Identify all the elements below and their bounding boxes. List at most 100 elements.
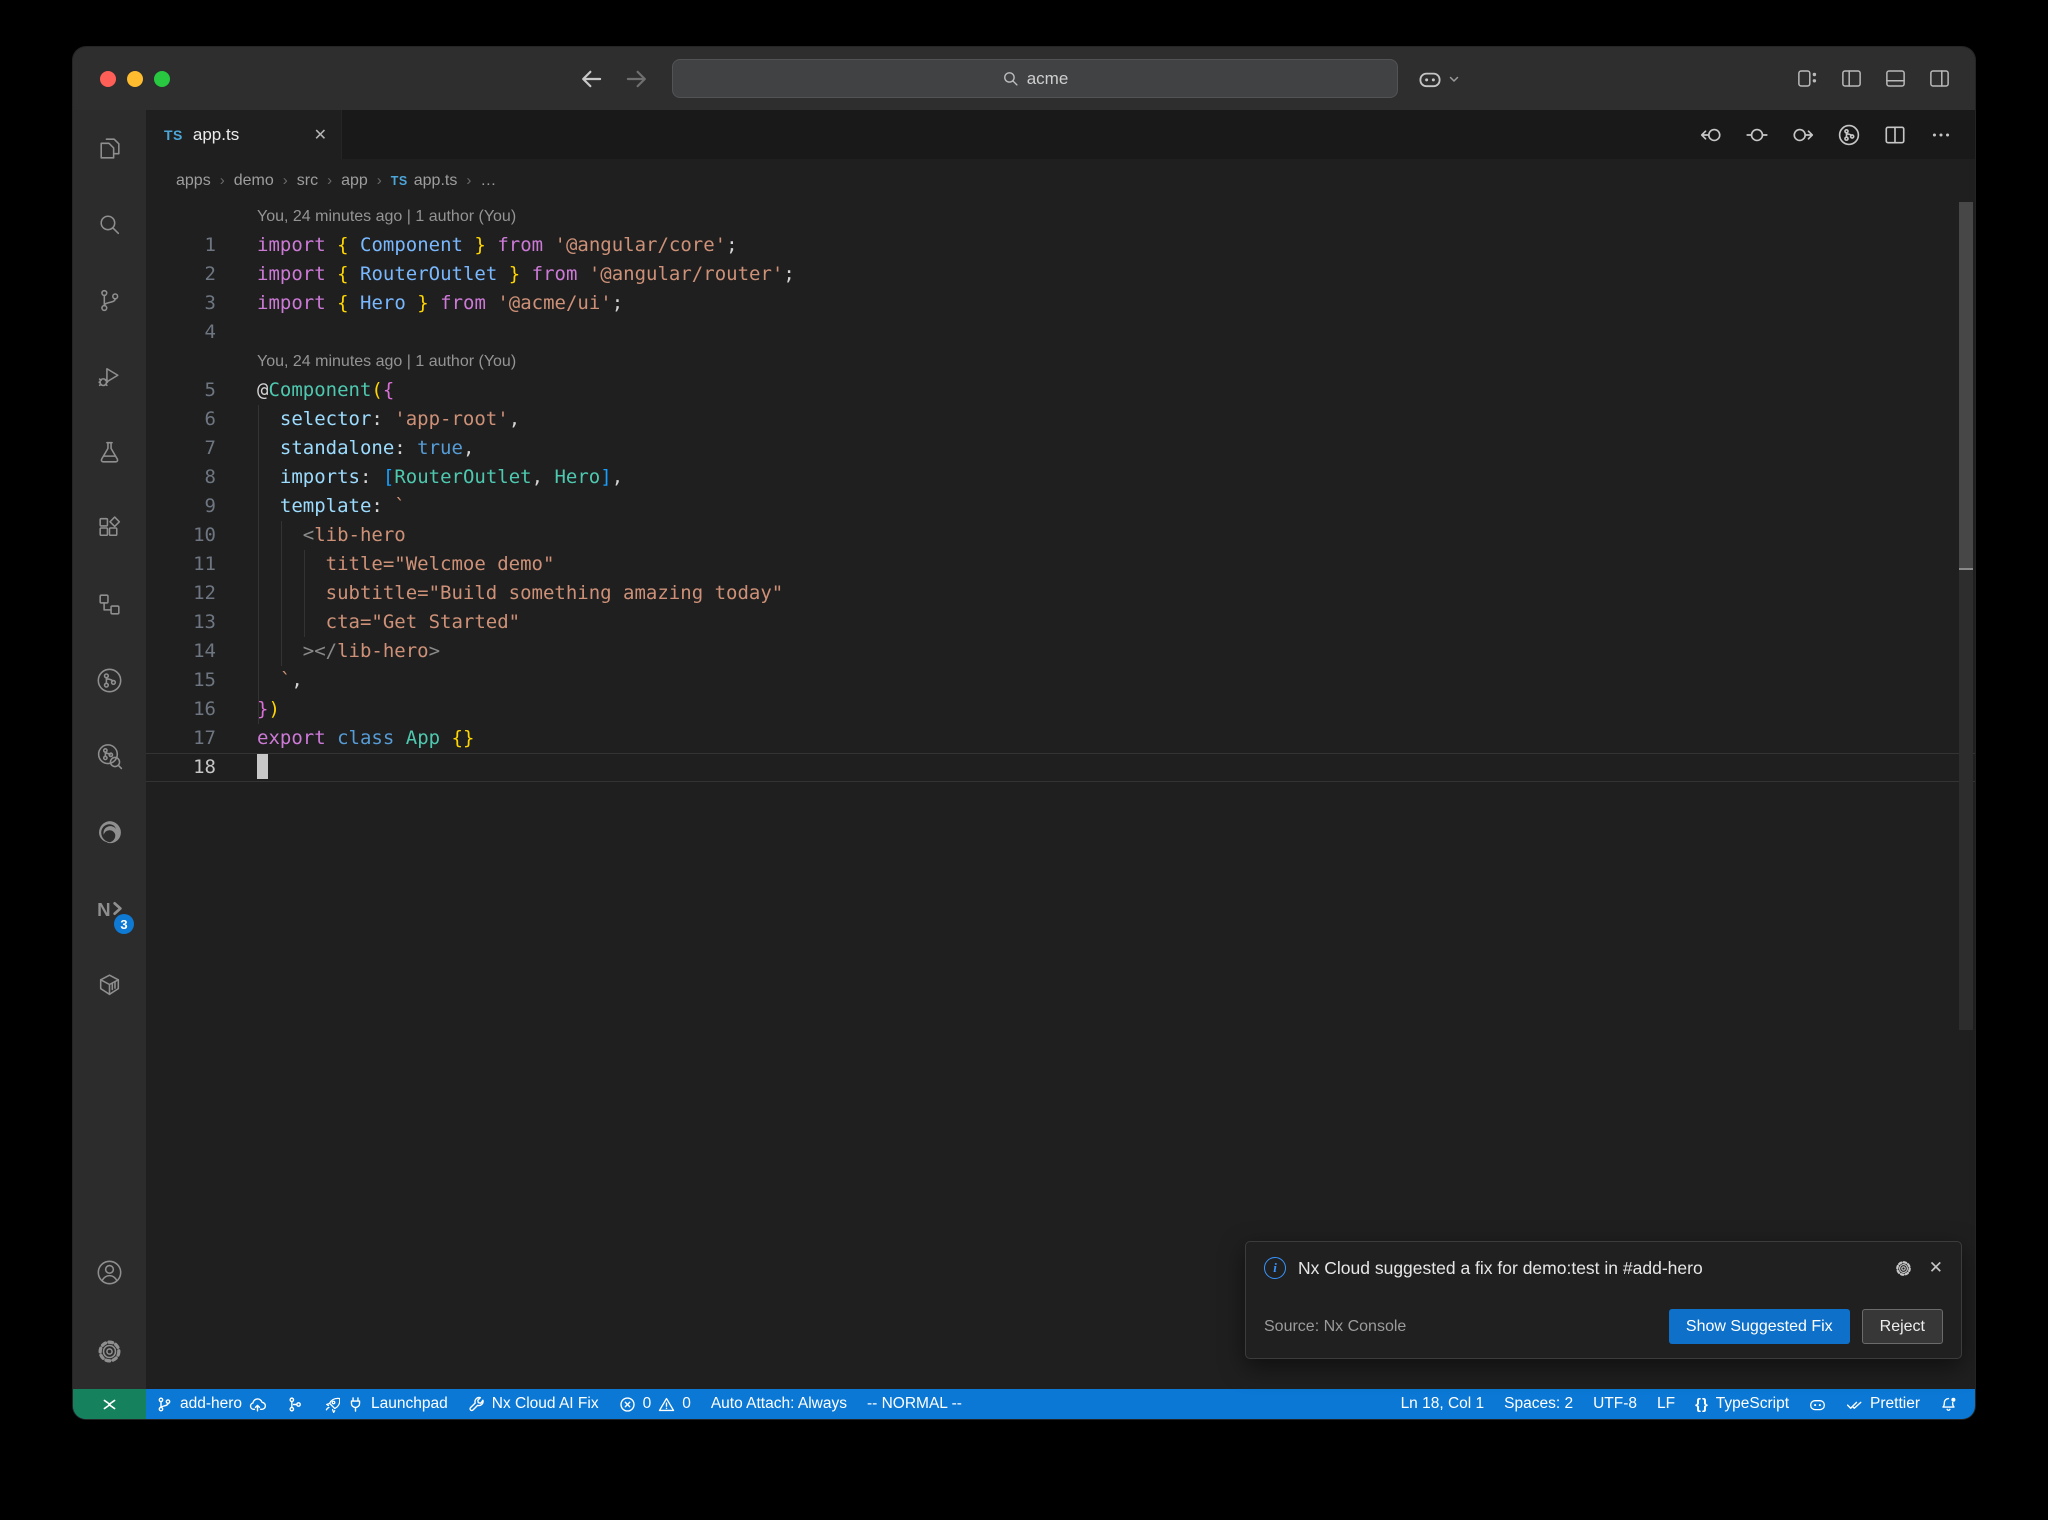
nav-back-icon[interactable]	[1699, 123, 1723, 147]
copilot-status[interactable]	[1799, 1389, 1836, 1419]
line-number[interactable]: 9	[146, 492, 257, 521]
breadcrumb-item-app[interactable]: app	[341, 172, 368, 190]
sidebar-item-search[interactable]	[73, 186, 146, 262]
eol-status[interactable]: LF	[1647, 1389, 1685, 1419]
cursor-position-status[interactable]: Ln 18, Col 1	[1391, 1389, 1495, 1419]
notifications-status[interactable]	[1930, 1389, 1967, 1419]
show-suggested-fix-button[interactable]: Show Suggested Fix	[1668, 1309, 1850, 1344]
auto-attach-status[interactable]: Auto Attach: Always	[701, 1389, 857, 1419]
scrollbar-thumb[interactable]	[1959, 202, 1973, 568]
code-line-15[interactable]: 15 `,	[146, 666, 1975, 695]
breadcrumb-label: demo	[233, 171, 274, 189]
sidebar-item-nx-console[interactable]: N3	[73, 870, 146, 946]
code-line-12[interactable]: 12 subtitle="Build something amazing tod…	[146, 579, 1975, 608]
code-line-13[interactable]: 13 cta="Get Started"	[146, 608, 1975, 637]
history-forward-button[interactable]	[624, 66, 650, 92]
line-number[interactable]: 16	[146, 695, 257, 724]
notification-close-icon[interactable]: ✕	[1929, 1258, 1943, 1278]
copilot-menu[interactable]	[1418, 47, 1461, 110]
sidebar-item-source-control[interactable]	[73, 262, 146, 338]
line-number[interactable]: 8	[146, 463, 257, 492]
problems-status[interactable]: 00	[609, 1389, 701, 1419]
code-line-10[interactable]: 10 <lib-hero	[146, 521, 1975, 550]
split-editor-icon[interactable]	[1883, 123, 1907, 147]
remote-indicator[interactable]	[73, 1389, 146, 1419]
breadcrumb-item-appts[interactable]: TS app.ts	[391, 172, 458, 190]
breadcrumb-item-[interactable]: …	[480, 172, 496, 190]
line-number[interactable]: 15	[146, 666, 257, 695]
sidebar-item-containers[interactable]	[73, 946, 146, 1022]
encoding-status[interactable]: UTF-8	[1583, 1389, 1647, 1419]
line-number[interactable]: 4	[146, 318, 257, 347]
language-status[interactable]: {} TypeScript	[1685, 1389, 1799, 1419]
commit-graph-status[interactable]	[276, 1389, 313, 1419]
line-number[interactable]: 2	[146, 260, 257, 289]
code-line-2[interactable]: 2 import { RouterOutlet } from '@angular/…	[146, 260, 1975, 289]
line-number[interactable]: 13	[146, 608, 257, 637]
tab-app-ts[interactable]: TS app.ts ✕	[146, 110, 342, 159]
symbol-ref-icon[interactable]	[1745, 123, 1769, 147]
sidebar-item-explorer[interactable]	[73, 110, 146, 186]
sidebar-item-hierarchy[interactable]	[73, 566, 146, 642]
line-number[interactable]: 10	[146, 521, 257, 550]
sidebar-item-extensions[interactable]	[73, 490, 146, 566]
zoom-window-button[interactable]	[154, 70, 170, 87]
titlebar[interactable]: acme	[73, 47, 1975, 110]
customize-layout-icon[interactable]	[1796, 67, 1819, 90]
line-number[interactable]: 1	[146, 231, 257, 260]
code-line-11[interactable]: 11 title="Welcmoe demo"	[146, 550, 1975, 579]
toggle-panel-right-icon[interactable]	[1928, 67, 1951, 90]
code-line-16[interactable]: 16})	[146, 695, 1975, 724]
code-line-5[interactable]: 5 @Component({	[146, 376, 1975, 405]
history-back-button[interactable]	[578, 66, 604, 92]
reject-button[interactable]: Reject	[1861, 1309, 1943, 1344]
sidebar-item-graph-search[interactable]	[73, 718, 146, 794]
code-line-4[interactable]: 4	[146, 318, 1975, 347]
code-line-18[interactable]: 18	[146, 753, 1975, 782]
sidebar-item-accounts[interactable]	[73, 1237, 146, 1313]
code-line-9[interactable]: 9 template: `	[146, 492, 1975, 521]
toggle-panel-left-icon[interactable]	[1840, 67, 1863, 90]
sidebar-item-testing[interactable]	[73, 414, 146, 490]
line-number[interactable]: 6	[146, 405, 257, 434]
git-branch-status[interactable]: add-hero	[146, 1389, 276, 1419]
code-line-6[interactable]: 6 selector: 'app-root',	[146, 405, 1975, 434]
command-center-search[interactable]: acme	[672, 59, 1398, 98]
tab-close-icon[interactable]: ✕	[314, 125, 327, 145]
breadcrumb-item-demo[interactable]: demo	[234, 172, 274, 190]
line-number[interactable]: 14	[146, 637, 257, 666]
breadcrumb-item-apps[interactable]: apps	[176, 172, 211, 190]
breadcrumb-item-src[interactable]: src	[297, 172, 318, 190]
code-line-14[interactable]: 14 ></lib-hero>	[146, 637, 1975, 666]
line-number[interactable]: 11	[146, 550, 257, 579]
launchpad-status[interactable]: Launchpad	[313, 1389, 458, 1419]
sidebar-item-project-graph[interactable]	[73, 642, 146, 718]
line-number[interactable]: 3	[146, 289, 257, 318]
nx-cloud-ai-fix-status[interactable]: Nx Cloud AI Fix	[458, 1389, 609, 1419]
code-editor[interactable]: You, 24 minutes ago | 1 author (You) 1 imp…	[146, 202, 1975, 1389]
vertical-scrollbar[interactable]	[1957, 202, 1975, 1389]
line-number[interactable]: 5	[146, 376, 257, 405]
line-number[interactable]: 18	[146, 753, 257, 782]
line-number[interactable]: 12	[146, 579, 257, 608]
notification-settings-gear-icon[interactable]	[1894, 1259, 1913, 1278]
line-number[interactable]: 7	[146, 434, 257, 463]
sidebar-item-settings[interactable]	[73, 1313, 146, 1389]
indentation-status[interactable]: Spaces: 2	[1494, 1389, 1583, 1419]
formatter-status[interactable]: Prettier	[1836, 1389, 1930, 1419]
close-window-button[interactable]	[100, 70, 116, 87]
nx-run-icon[interactable]	[1837, 123, 1861, 147]
code-line-8[interactable]: 8 imports: [RouterOutlet, Hero],	[146, 463, 1975, 492]
sidebar-item-edge-browser[interactable]	[73, 794, 146, 870]
code-line-3[interactable]: 3 import { Hero } from '@acme/ui';	[146, 289, 1975, 318]
sidebar-item-run-and-debug[interactable]	[73, 338, 146, 414]
nav-forward-icon[interactable]	[1791, 123, 1815, 147]
line-number[interactable]: 17	[146, 724, 257, 753]
vim-mode-status[interactable]: -- NORMAL --	[857, 1389, 972, 1419]
toggle-panel-bottom-icon[interactable]	[1884, 67, 1907, 90]
more-actions-icon[interactable]	[1929, 123, 1953, 147]
code-line-17[interactable]: 17 export class App {}	[146, 724, 1975, 753]
minimize-window-button[interactable]	[127, 70, 143, 87]
code-line-7[interactable]: 7 standalone: true,	[146, 434, 1975, 463]
code-line-1[interactable]: 1 import { Component } from '@angular/cor…	[146, 231, 1975, 260]
